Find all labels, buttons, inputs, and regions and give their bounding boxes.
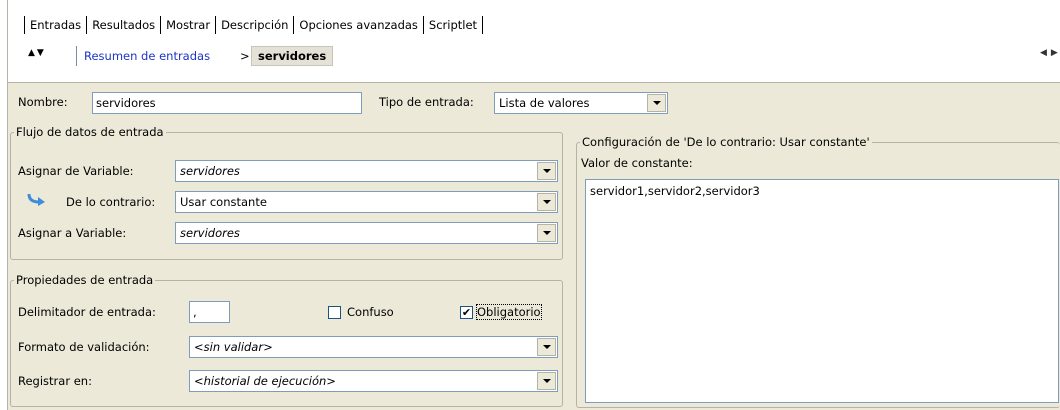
chevron-down-icon[interactable] — [647, 94, 666, 112]
input-type-select[interactable]: Lista de valores — [494, 92, 668, 114]
chevron-down-icon[interactable] — [537, 372, 556, 390]
validation-format-label: Formato de validación: — [18, 340, 150, 354]
tab-mostrar[interactable]: Mostrar — [161, 18, 215, 32]
name-label: Nombre: — [18, 95, 68, 109]
constant-config-group: Configuración de 'De lo contrario: Usar … — [576, 135, 1060, 408]
assign-from-label: Asignar de Variable: — [18, 164, 134, 178]
otherwise-label: De lo contrario: — [66, 195, 156, 209]
input-type-label: Tipo de entrada: — [379, 95, 474, 109]
chevron-down-icon[interactable] — [537, 224, 556, 242]
tab-scriptlet[interactable]: Scriptlet — [424, 18, 482, 32]
breadcrumb-current: servidores — [251, 46, 334, 66]
assign-to-label: Asignar a Variable: — [18, 226, 127, 240]
input-type-value: Lista de valores — [499, 96, 590, 110]
tab-resultados[interactable]: Resultados — [87, 18, 160, 32]
assign-to-select[interactable]: servidores — [175, 222, 558, 244]
fuzzy-label: Confuso — [347, 305, 394, 319]
assign-from-value: servidores — [180, 164, 240, 178]
tab-entradas[interactable]: Entradas — [25, 18, 87, 32]
nav-right-icon[interactable]: ▶ — [1051, 48, 1058, 58]
required-label: Obligatorio — [476, 304, 542, 320]
arrow-down-icon[interactable]: ▼ — [37, 48, 44, 64]
arrow-up-icon[interactable]: ▲ — [28, 48, 35, 64]
validation-format-select[interactable]: <sin validar> — [189, 336, 558, 358]
otherwise-value: Usar constante — [180, 195, 267, 209]
fuzzy-checkbox[interactable] — [328, 306, 341, 319]
constant-value-label: Valor de constante: — [581, 156, 693, 170]
tab-bar: Entradas Resultados Mostrar Descripción … — [24, 12, 484, 38]
tab-descripcion[interactable]: Descripción — [216, 18, 293, 32]
required-checkbox[interactable]: ✔ — [460, 306, 473, 319]
chevron-down-icon[interactable] — [537, 162, 556, 180]
input-editor-panel: Nombre: Tipo de entrada: Lista de valore… — [8, 82, 1060, 410]
delimiter-input[interactable] — [189, 301, 230, 323]
constant-config-title: Configuración de 'De lo contrario: Usar … — [580, 135, 872, 149]
log-to-label: Registrar en: — [18, 374, 92, 388]
constant-value-textarea[interactable]: servidor1,servidor2,servidor3 — [585, 179, 1059, 403]
breadcrumb-parent-link[interactable]: Resumen de entradas — [84, 49, 210, 63]
input-properties-group: Propiedades de entrada Delimitador de en… — [10, 273, 563, 407]
chevron-down-icon[interactable] — [537, 193, 556, 211]
nav-left-icon[interactable]: ◀ — [1040, 48, 1047, 58]
nav-arrows: ◀ ▶ — [1040, 48, 1058, 58]
input-properties-title: Propiedades de entrada — [14, 273, 156, 287]
input-data-flow-title: Flujo de datos de entrada — [14, 125, 166, 139]
otherwise-select[interactable]: Usar constante — [175, 191, 558, 213]
assign-from-select[interactable]: servidores — [175, 160, 558, 182]
name-input[interactable] — [92, 92, 362, 114]
input-data-flow-group: Flujo de datos de entrada Asignar de Var… — [10, 125, 563, 260]
redirect-arrow-icon — [27, 193, 45, 206]
log-to-select[interactable]: <historial de ejecución> — [189, 370, 558, 392]
chevron-down-icon[interactable] — [537, 338, 556, 356]
assign-to-value: servidores — [180, 226, 240, 240]
check-icon: ✔ — [461, 306, 472, 319]
delimiter-label: Delimitador de entrada: — [18, 305, 156, 319]
left-edge — [0, 0, 8, 410]
breadcrumb: ▲ ▼ Resumen de entradas > servidores ◀ ▶… — [24, 42, 1060, 70]
move-arrows[interactable]: ▲ ▼ — [28, 48, 62, 64]
tab-opciones-avanzadas[interactable]: Opciones avanzadas — [294, 18, 423, 32]
validation-format-value: <sin validar> — [194, 340, 273, 354]
log-to-value: <historial de ejecución> — [194, 374, 336, 388]
breadcrumb-separator: > — [240, 49, 250, 63]
